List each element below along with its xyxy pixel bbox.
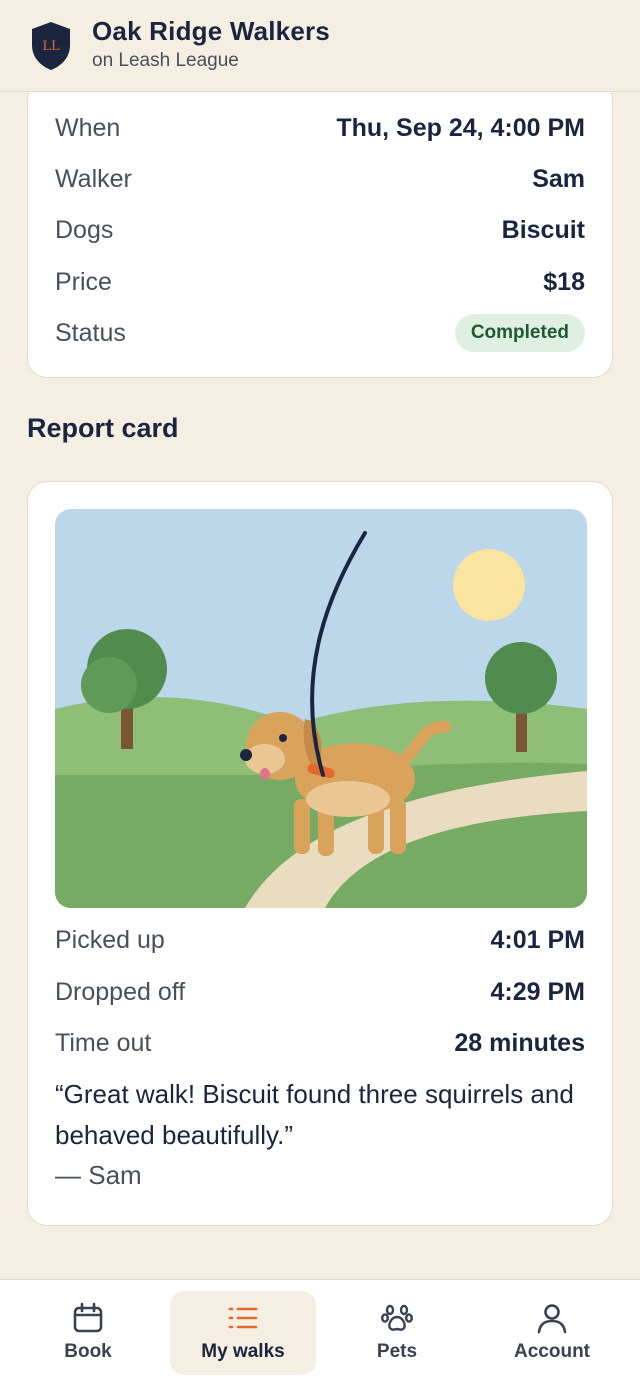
detail-label: Dogs	[55, 215, 114, 244]
walker-quote: “Great walk! Biscuit found three squirre…	[55, 1079, 574, 1150]
detail-row-when: When Thu, Sep 24, 4:00 PM	[55, 108, 585, 148]
detail-label: Status	[55, 318, 126, 347]
nav-label: Book	[64, 1341, 112, 1362]
dog-walk-illustration	[55, 509, 587, 908]
nav-label: My walks	[201, 1341, 285, 1362]
list-icon	[228, 1307, 258, 1329]
app-header: LL Oak Ridge Walkers on Leash League	[0, 0, 640, 92]
report-value: 4:29 PM	[490, 977, 585, 1006]
quote-author: — Sam	[55, 1160, 142, 1190]
calendar-icon	[73, 1302, 103, 1333]
report-card-title: Report card	[27, 413, 179, 443]
nav-label: Account	[514, 1341, 590, 1362]
paw-icon	[381, 1304, 414, 1331]
detail-row-price: Price $18	[55, 262, 585, 302]
detail-value: Biscuit	[501, 215, 585, 244]
user-icon	[537, 1304, 567, 1334]
report-label: Dropped off	[55, 977, 186, 1006]
org-subtitle: on Leash League	[92, 50, 239, 71]
org-name: Oak Ridge Walkers	[92, 16, 330, 46]
nav-item-pets[interactable]: Pets	[324, 1291, 470, 1375]
report-row-picked-up: Picked up 4:01 PM	[55, 920, 585, 960]
detail-label: Price	[55, 267, 112, 296]
detail-label: Walker	[55, 164, 132, 193]
detail-value: Sam	[532, 164, 585, 193]
nav-item-my-walks[interactable]: My walks	[170, 1291, 316, 1375]
report-row-time-out: Time out 28 minutes	[55, 1023, 585, 1063]
svg-text:LL: LL	[42, 39, 60, 54]
detail-row-walker: Walker Sam	[55, 159, 585, 199]
report-value: 4:01 PM	[490, 925, 585, 954]
nav-item-account[interactable]: Account	[479, 1291, 625, 1375]
detail-row-dogs: Dogs Biscuit	[55, 210, 585, 250]
nav-label: Pets	[376, 1341, 418, 1362]
report-card: Picked up 4:01 PM Dropped off 4:29 PM Ti…	[27, 481, 613, 1226]
shield-logo-icon: LL	[32, 22, 70, 70]
nav-item-book[interactable]: Book	[15, 1291, 161, 1375]
walk-details-card: When Thu, Sep 24, 4:00 PM Walker Sam Dog…	[27, 80, 613, 378]
report-label: Time out	[55, 1028, 152, 1057]
report-row-dropped-off: Dropped off 4:29 PM	[55, 972, 585, 1012]
report-label: Picked up	[55, 925, 165, 954]
detail-value: Thu, Sep 24, 4:00 PM	[336, 113, 585, 142]
detail-value: $18	[543, 267, 585, 296]
report-value: 28 minutes	[454, 1028, 585, 1057]
detail-label: When	[55, 113, 121, 142]
detail-row-status: Status Completed	[55, 313, 585, 353]
bottom-nav: Book My walks Pets Account	[0, 1279, 640, 1385]
status-badge: Completed	[454, 314, 585, 352]
